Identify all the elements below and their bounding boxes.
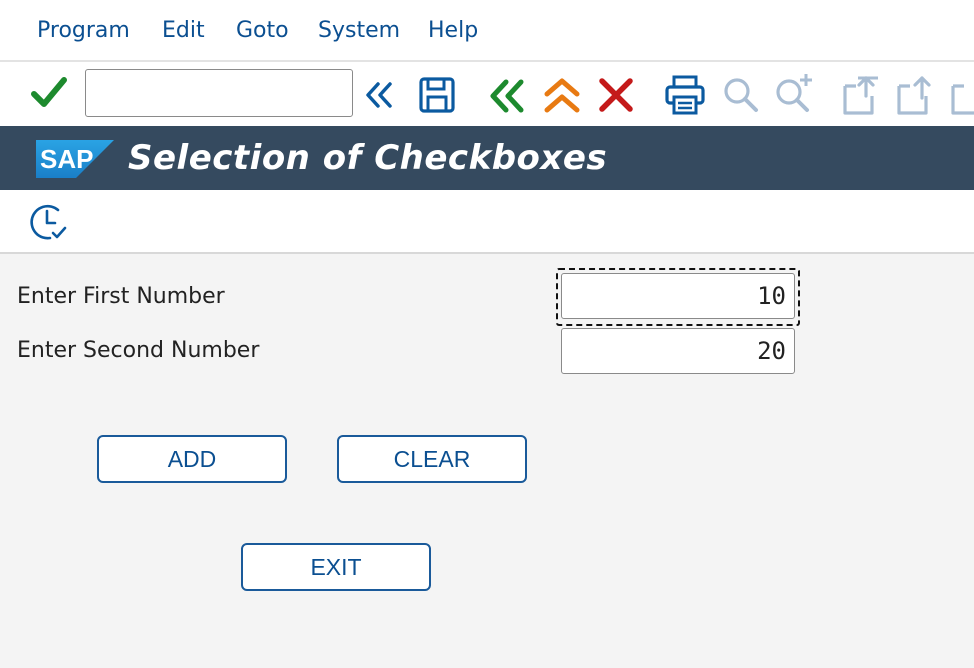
execute-icon[interactable] xyxy=(28,202,70,242)
find-icon[interactable] xyxy=(722,76,760,114)
menu-help[interactable]: Help xyxy=(428,18,478,43)
second-number-input[interactable] xyxy=(561,328,795,374)
menu-system[interactable]: System xyxy=(318,18,400,43)
find-next-icon[interactable] xyxy=(772,72,816,114)
exit-button[interactable]: EXIT xyxy=(241,543,431,591)
menu-goto[interactable]: Goto xyxy=(236,18,289,43)
first-page-icon[interactable] xyxy=(842,74,886,116)
previous-page-icon[interactable] xyxy=(896,74,940,116)
double-chevron-left-icon[interactable] xyxy=(364,80,394,110)
enter-icon[interactable] xyxy=(30,76,68,110)
exit-up-icon[interactable] xyxy=(542,76,582,114)
first-number-label: Enter First Number xyxy=(17,284,225,309)
first-number-input[interactable] xyxy=(561,273,795,319)
page-title: Selection of Checkboxes xyxy=(128,138,608,178)
save-icon[interactable] xyxy=(418,76,456,114)
menu-bar: Program Edit Goto System Help xyxy=(0,0,974,62)
back-icon[interactable] xyxy=(488,78,526,114)
menu-program[interactable]: Program xyxy=(37,18,130,43)
application-toolbar xyxy=(0,190,974,254)
next-page-icon[interactable] xyxy=(950,74,974,116)
sap-logo: SAP xyxy=(36,140,114,182)
command-field[interactable] xyxy=(85,69,353,117)
clear-button[interactable]: CLEAR xyxy=(337,435,527,483)
menu-edit[interactable]: Edit xyxy=(162,18,205,43)
second-number-label: Enter Second Number xyxy=(17,338,260,363)
standard-toolbar xyxy=(0,62,974,126)
svg-text:SAP: SAP xyxy=(40,144,93,174)
print-icon[interactable] xyxy=(664,74,706,116)
cancel-icon[interactable] xyxy=(598,78,634,112)
add-button[interactable]: ADD xyxy=(97,435,287,483)
